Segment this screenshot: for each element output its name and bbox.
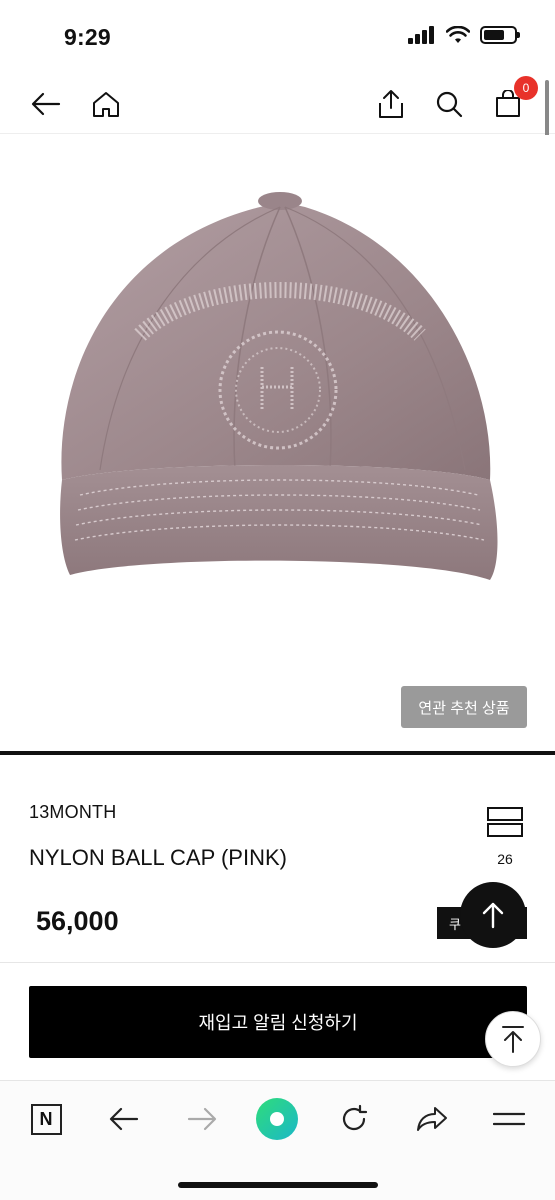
naver-home-button[interactable]: N (24, 1097, 68, 1141)
arrow-up-icon (482, 902, 504, 929)
product-price: 56,000 (36, 906, 119, 936)
ball-cap-image (60, 192, 498, 580)
product-image[interactable]: 연관 추천 상품 (0, 135, 555, 750)
section-divider (0, 751, 555, 755)
arrow-to-top-icon (502, 1026, 524, 1053)
cart-button[interactable]: 0 (488, 76, 538, 124)
compare-button[interactable]: 26 (486, 806, 524, 867)
status-bar: 9:29 (0, 0, 555, 70)
search-icon (436, 91, 463, 118)
arrow-right-icon (187, 1107, 217, 1131)
home-icon (93, 92, 119, 117)
restock-alert-button[interactable]: 재입고 알림 신청하기 (29, 986, 527, 1058)
arrow-left-icon (31, 92, 61, 116)
product-title: NYLON BALL CAP (PINK) (29, 845, 287, 870)
browser-forward-button[interactable] (180, 1097, 224, 1141)
search-button[interactable] (429, 84, 469, 124)
share-forward-button[interactable] (410, 1097, 454, 1141)
battery-icon (480, 26, 520, 44)
home-indicator (178, 1182, 378, 1188)
scroll-up-fab[interactable] (460, 882, 526, 948)
share-icon (379, 90, 403, 118)
battery-level (484, 30, 504, 40)
scroll-to-top-button[interactable] (485, 1011, 541, 1067)
green-dot-icon (256, 1098, 298, 1140)
stack-icon (487, 807, 523, 837)
top-nav: 0 (0, 72, 555, 134)
brand-name[interactable]: 13MONTH (29, 802, 116, 823)
hamburger-menu-icon (493, 1112, 525, 1126)
menu-button[interactable] (487, 1097, 531, 1141)
compare-count: 26 (497, 851, 513, 867)
share-arrow-icon (417, 1107, 447, 1131)
reload-icon (342, 1104, 368, 1131)
green-dot-button[interactable] (255, 1097, 299, 1141)
wifi-icon (446, 26, 470, 43)
back-button[interactable] (26, 84, 66, 124)
browser-back-button[interactable] (102, 1097, 146, 1141)
status-time: 9:29 (64, 24, 111, 50)
divider (0, 962, 555, 963)
share-button[interactable] (371, 84, 411, 124)
home-button[interactable] (86, 84, 126, 124)
cart-count-badge: 0 (514, 76, 538, 100)
cellular-signal-icon (408, 26, 434, 44)
related-products-button[interactable]: 연관 추천 상품 (401, 686, 527, 728)
naver-n-icon: N (30, 1103, 62, 1135)
status-icons (408, 26, 520, 44)
reload-button[interactable] (332, 1097, 376, 1141)
arrow-left-icon (109, 1107, 139, 1131)
